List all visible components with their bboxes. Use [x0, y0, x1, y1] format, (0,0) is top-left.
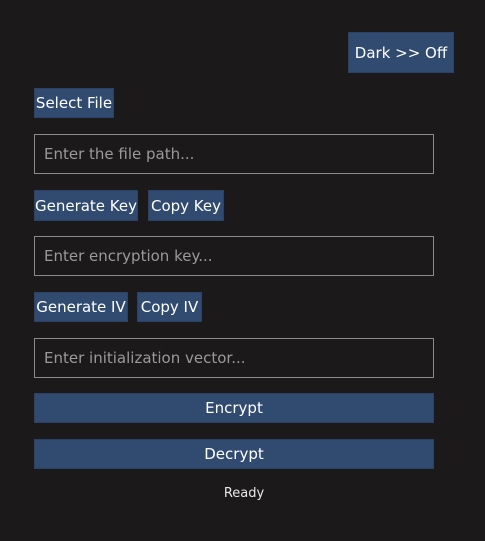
encrypt-button[interactable]: Encrypt	[34, 393, 434, 423]
file-path-input[interactable]	[34, 134, 434, 174]
initialization-vector-input[interactable]	[34, 338, 434, 378]
generate-iv-button[interactable]: Generate IV	[34, 292, 128, 322]
copy-key-button[interactable]: Copy Key	[148, 190, 224, 221]
encryption-key-input[interactable]	[34, 236, 434, 276]
generate-key-button[interactable]: Generate Key	[34, 190, 138, 221]
copy-iv-button[interactable]: Copy IV	[137, 292, 202, 322]
status-text: Ready	[223, 486, 265, 501]
dark-mode-toggle-button[interactable]: Dark >> Off	[348, 32, 454, 73]
select-file-button[interactable]: Select File	[34, 88, 114, 118]
decrypt-button[interactable]: Decrypt	[34, 439, 434, 469]
